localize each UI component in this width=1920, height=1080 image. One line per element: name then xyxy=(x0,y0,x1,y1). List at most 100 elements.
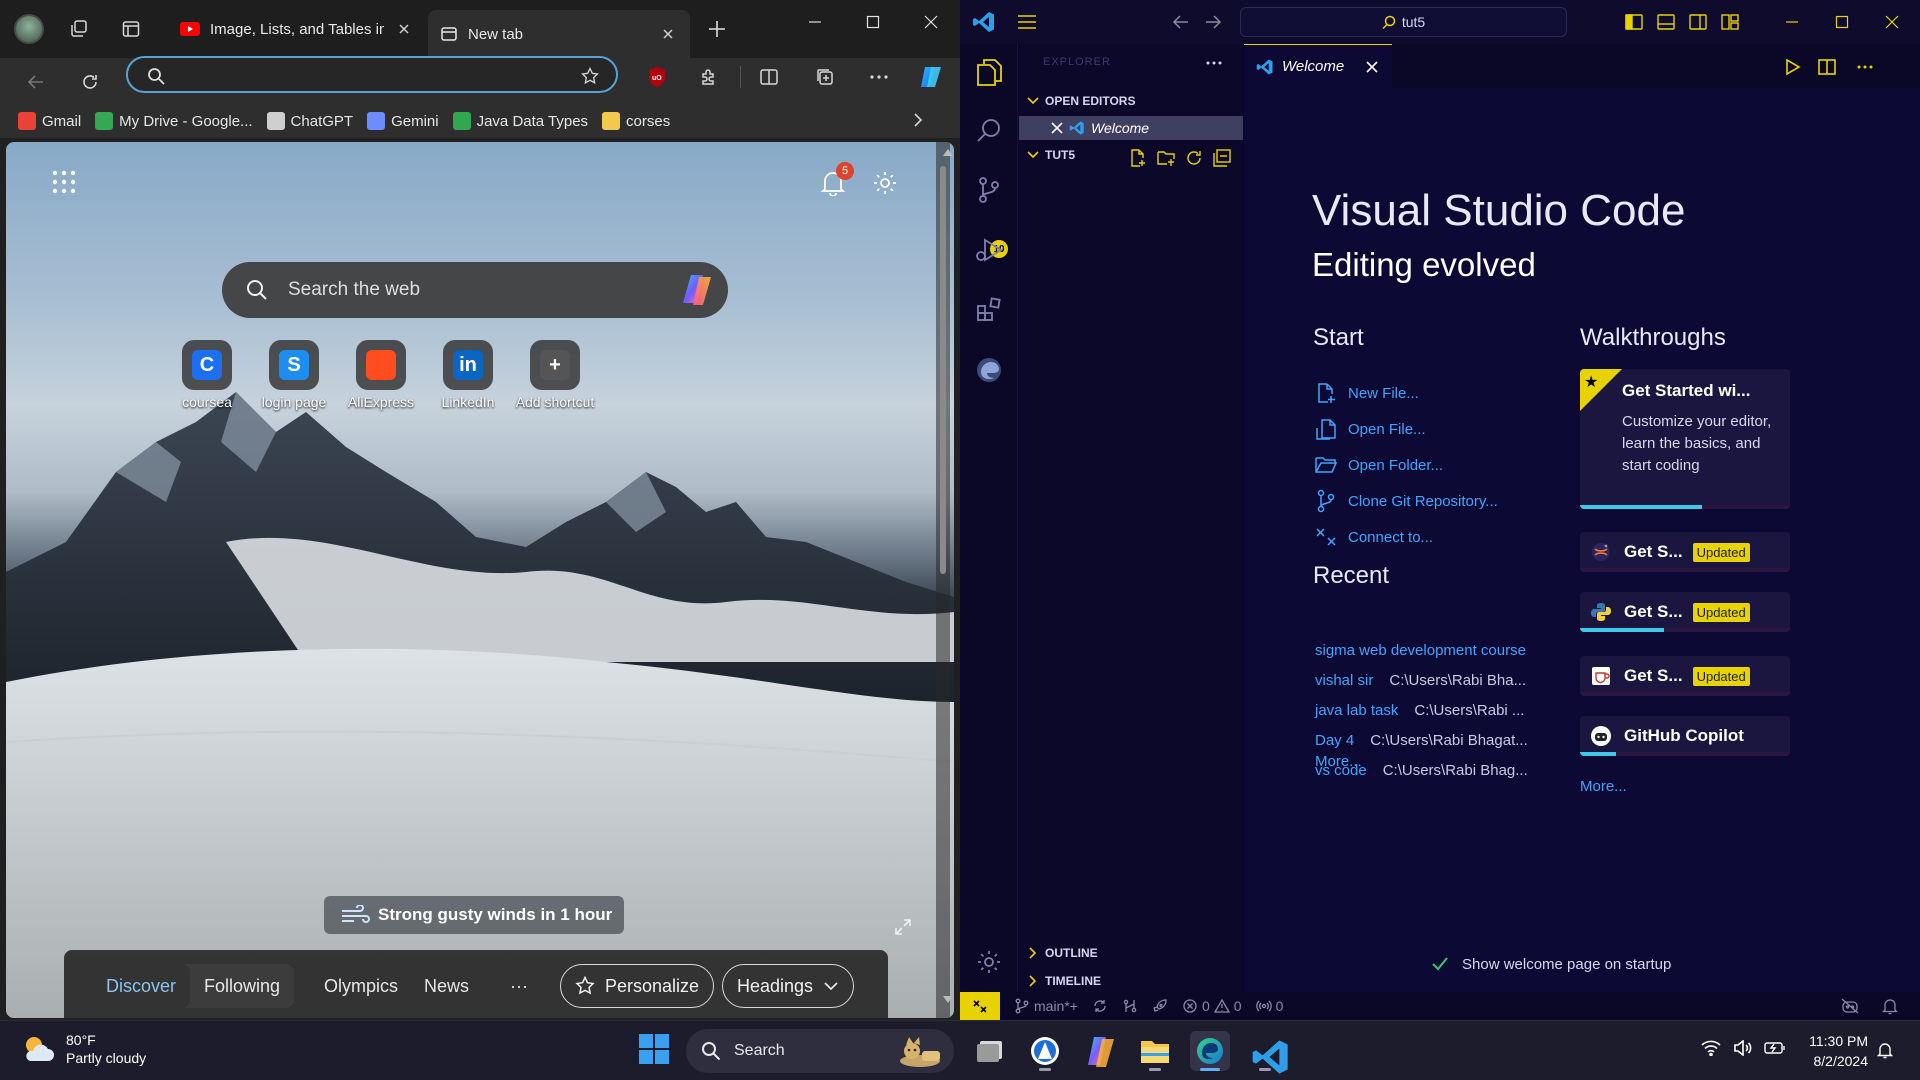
personalize-button[interactable]: Personalize xyxy=(560,964,715,1008)
expand-icon[interactable] xyxy=(892,916,914,938)
toggle-secondary-sidebar-icon[interactable] xyxy=(1686,10,1710,34)
toggle-panel-icon[interactable] xyxy=(1654,10,1678,34)
show-on-startup-row[interactable]: Show welcome page on startup xyxy=(1430,954,1671,974)
notifications-bell-icon[interactable] xyxy=(1874,1039,1896,1061)
open-editor-item[interactable]: Welcome xyxy=(1019,116,1243,140)
recent-name[interactable]: java lab task xyxy=(1315,702,1398,724)
feed-tab-discover[interactable]: Discover xyxy=(92,964,190,1008)
battery-charging-icon[interactable] xyxy=(1764,1037,1786,1059)
manage-gear-icon[interactable] xyxy=(973,946,1005,978)
nav-forward-icon[interactable] xyxy=(1202,12,1224,32)
outline-section[interactable]: OUTLINE xyxy=(1019,942,1243,964)
headings-dropdown[interactable]: Headings xyxy=(722,964,855,1008)
bookmark-gmail[interactable]: Gmail xyxy=(14,107,91,135)
collections-icon[interactable] xyxy=(810,62,840,92)
taskbar-copilot-icon[interactable] xyxy=(1080,1031,1120,1071)
taskbar-weather-widget[interactable]: 80°F Partly cloudy xyxy=(20,1031,146,1067)
feed-tab-following[interactable]: Following xyxy=(190,964,294,1008)
feed-more-button[interactable]: ··· xyxy=(510,964,528,1008)
problems-status[interactable]: 0 0 xyxy=(1182,998,1242,1014)
walkthrough-card[interactable]: Get S... Updated xyxy=(1580,656,1790,696)
close-tab-icon[interactable] xyxy=(394,19,414,39)
git-branch-status[interactable]: main*+ xyxy=(1014,998,1078,1014)
close-icon[interactable] xyxy=(1364,59,1380,75)
page-scrollbar[interactable] xyxy=(936,142,950,1018)
apps-grid-icon[interactable] xyxy=(48,166,80,198)
refresh-icon[interactable] xyxy=(1183,148,1205,168)
scroll-down-arrow-icon[interactable] xyxy=(942,994,954,1008)
copilot-icon[interactable] xyxy=(678,270,718,310)
toggle-primary-sidebar-icon[interactable] xyxy=(1622,10,1646,34)
recent-more-link[interactable]: More... xyxy=(1315,753,1362,770)
bookmark-gemini[interactable]: Gemini xyxy=(363,107,449,135)
deploy-status[interactable] xyxy=(1152,998,1168,1014)
notifications-bell-icon[interactable] xyxy=(1880,996,1900,1016)
web-search-box[interactable]: Search the web xyxy=(222,262,728,318)
recent-name[interactable]: vishal sir xyxy=(1315,672,1373,694)
walkthrough-card[interactable]: GitHub Copilot xyxy=(1580,716,1790,756)
recent-name[interactable]: sigma web development course xyxy=(1315,642,1526,664)
more-options-icon[interactable] xyxy=(864,62,894,92)
feed-tab-olympics[interactable]: Olympics xyxy=(324,964,398,1008)
open-editors-section[interactable]: OPEN EDITORS xyxy=(1019,90,1243,112)
ports-status[interactable]: 0 xyxy=(1255,998,1283,1014)
recent-item[interactable]: java lab task C:\Users\Rabi ... xyxy=(1315,702,1524,724)
customize-layout-icon[interactable] xyxy=(1718,10,1742,34)
more-actions-icon[interactable] xyxy=(1203,54,1225,72)
new-folder-icon[interactable] xyxy=(1155,148,1177,168)
menu-hamburger-icon[interactable] xyxy=(1014,10,1040,34)
minimize-button[interactable] xyxy=(790,0,840,44)
chevron-right-icon[interactable] xyxy=(906,108,930,132)
walkthrough-get-started-card[interactable]: ★ Get Started wi... Customize your edito… xyxy=(1580,369,1790,509)
volume-icon[interactable] xyxy=(1732,1037,1754,1059)
bookmark-folder[interactable]: corses xyxy=(598,107,680,135)
bookmark-drive[interactable]: My Drive - Google... xyxy=(91,107,262,135)
nav-back-icon[interactable] xyxy=(1170,12,1192,32)
git-graph-status[interactable] xyxy=(1122,998,1138,1014)
walkthroughs-more-link[interactable]: More... xyxy=(1580,778,1627,795)
clone-git-repo-link[interactable]: Clone Git Repository... xyxy=(1314,488,1498,514)
taskbar-clock[interactable]: 11:30 PM 8/2/2024 xyxy=(1800,1031,1868,1071)
favorite-star-icon[interactable] xyxy=(580,66,600,86)
search-icon[interactable] xyxy=(973,114,1005,146)
close-window-button[interactable] xyxy=(1868,0,1916,44)
run-icon[interactable] xyxy=(1782,56,1804,78)
taskbar-vscode-icon[interactable] xyxy=(1245,1031,1288,1074)
close-icon[interactable] xyxy=(1051,122,1063,134)
recent-item[interactable]: vishal sir C:\Users\Rabi Bha... xyxy=(1315,672,1526,694)
remote-indicator[interactable] xyxy=(960,992,1000,1020)
walkthrough-card[interactable]: Get S... Updated xyxy=(1580,532,1790,572)
close-window-button[interactable] xyxy=(906,0,956,44)
recent-item[interactable]: Day 4 C:\Users\Rabi Bhagat... xyxy=(1315,732,1528,754)
timeline-section[interactable]: TIMELINE xyxy=(1019,970,1243,992)
windows-start-icon[interactable] xyxy=(638,1033,670,1065)
bookmark-chatgpt[interactable]: ChatGPT xyxy=(263,107,364,135)
recent-name[interactable]: Day 4 xyxy=(1315,732,1354,754)
ublock-icon[interactable]: uO xyxy=(642,62,672,92)
new-tab-button[interactable] xyxy=(702,14,732,44)
taskbar-task-view[interactable] xyxy=(970,1031,1010,1071)
wifi-icon[interactable] xyxy=(1700,1037,1722,1059)
address-bar[interactable] xyxy=(126,56,618,93)
copilot-sidebar-icon[interactable] xyxy=(916,62,946,92)
shortcut-add-shortcut[interactable]: + Add shortcut xyxy=(502,340,608,410)
new-file-icon[interactable] xyxy=(1127,148,1149,168)
new-file-link[interactable]: New File... xyxy=(1314,380,1419,406)
tab-youtube[interactable]: Image, Lists, and Tables in H xyxy=(168,10,426,48)
split-screen-icon[interactable] xyxy=(754,62,784,92)
tab-new-tab[interactable]: New tab xyxy=(428,10,690,58)
close-tab-icon[interactable] xyxy=(658,24,678,44)
split-editor-icon[interactable] xyxy=(1816,56,1838,78)
edge-devtools-icon[interactable] xyxy=(973,354,1005,386)
open-folder-link[interactable]: Open Folder... xyxy=(1314,452,1443,478)
weather-alert-pill[interactable]: Strong gusty winds in 1 hour xyxy=(324,896,624,934)
taskbar-file-explorer-icon[interactable] xyxy=(1135,1031,1175,1071)
scroll-up-arrow-icon[interactable] xyxy=(942,148,954,162)
back-button[interactable] xyxy=(18,64,54,100)
feed-tab-news[interactable]: News xyxy=(424,964,469,1008)
sync-status[interactable] xyxy=(1092,998,1108,1014)
scrollbar-thumb[interactable] xyxy=(940,166,946,574)
collapse-all-icon[interactable] xyxy=(1211,148,1233,168)
explorer-files-icon[interactable] xyxy=(973,56,1005,88)
profile-avatar[interactable] xyxy=(14,14,44,44)
